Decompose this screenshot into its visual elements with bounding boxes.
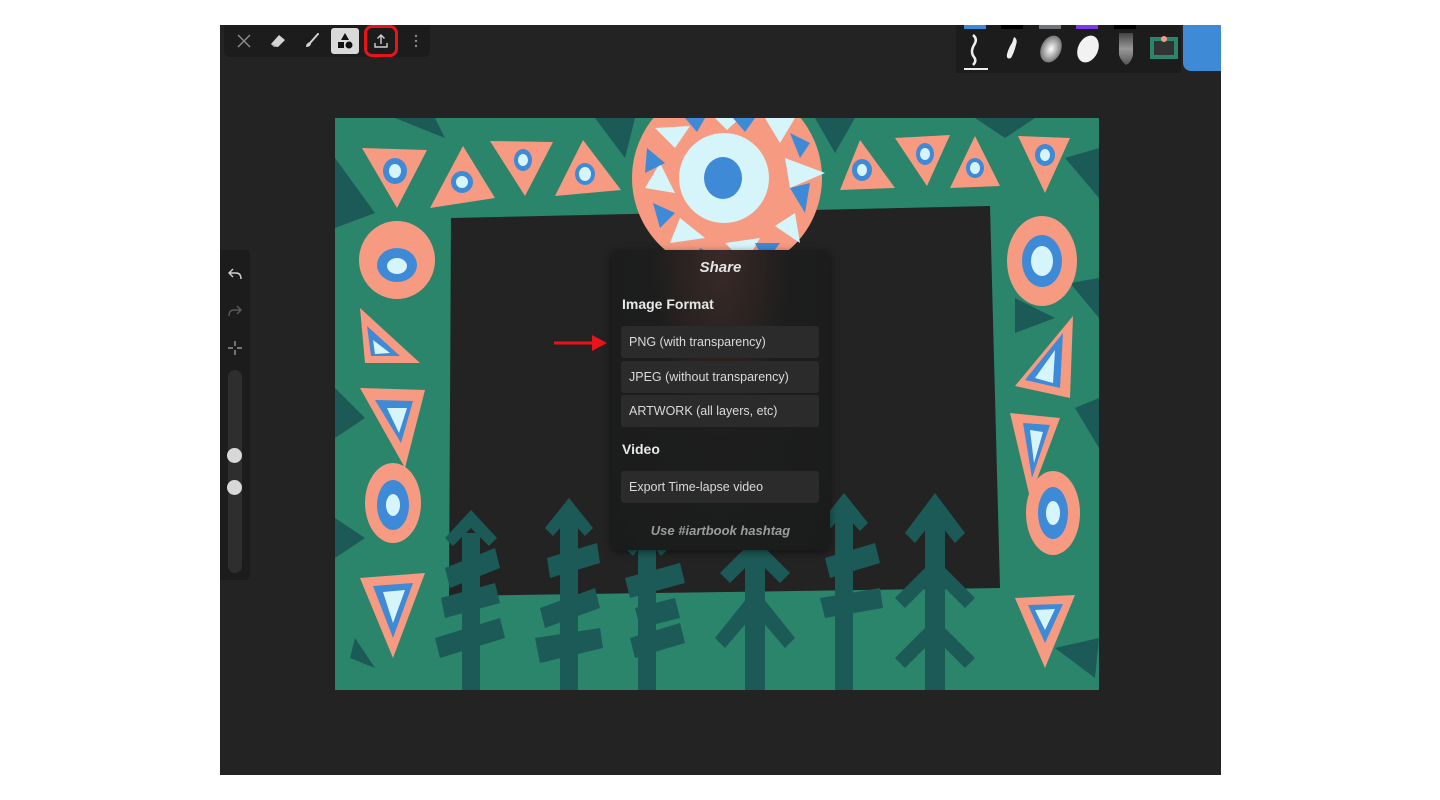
brush-preset-airbrush[interactable] (1036, 25, 1066, 71)
opacity-slider-knob[interactable] (227, 480, 242, 495)
brush-icon (306, 33, 319, 47)
pattern-brush-icon (1150, 36, 1178, 59)
size-slider-knob[interactable] (227, 448, 242, 463)
export-timelapse-button[interactable]: Export Time-lapse video (621, 471, 819, 503)
more-button[interactable] (402, 28, 430, 54)
drawing-app: Share Image Format PNG (with transparenc… (220, 25, 1221, 775)
annotation-arrow-icon (554, 335, 607, 351)
share-button[interactable] (364, 25, 398, 57)
shapes-icon (338, 33, 353, 49)
brush-color-bar (964, 25, 986, 29)
brush-preset-marker[interactable] (1073, 25, 1103, 71)
marker-stroke-icon (1077, 35, 1099, 63)
artwork-option-button[interactable]: ARTWORK (all layers, etc) (621, 395, 819, 427)
redo-button[interactable] (225, 301, 245, 321)
close-icon (237, 34, 251, 48)
undo-button[interactable] (225, 264, 245, 284)
shapes-button[interactable] (331, 28, 359, 54)
redo-icon (228, 305, 242, 317)
left-sidebar (220, 250, 250, 580)
brush-presets (956, 25, 1181, 73)
more-vertical-icon (414, 34, 418, 48)
image-format-heading: Image Format (622, 296, 714, 312)
current-color-swatch[interactable] (1183, 25, 1221, 71)
brush-color-bar (1001, 25, 1023, 29)
brush-button[interactable] (298, 28, 326, 54)
share-title: Share (699, 259, 742, 276)
brush-preset-ink[interactable] (998, 25, 1028, 71)
eyedropper-button[interactable] (225, 338, 245, 358)
jpeg-option-button[interactable]: JPEG (without transparency) (621, 361, 819, 393)
smudge-stroke-icon (1119, 33, 1133, 65)
share-icon (374, 34, 388, 48)
undo-icon (228, 268, 242, 280)
eraser-button[interactable] (264, 28, 292, 54)
top-toolbar (224, 25, 430, 57)
video-heading: Video (622, 441, 660, 457)
hashtag-text: Use #iartbook hashtag (650, 523, 791, 538)
png-option-button[interactable]: PNG (with transparency) (621, 326, 819, 358)
crosshair-icon (228, 341, 242, 355)
share-panel: Share Image Format PNG (with transparenc… (611, 250, 830, 550)
brush-color-bar (1039, 25, 1061, 29)
size-opacity-slider-track[interactable] (228, 370, 242, 573)
pen-stroke-icon (964, 34, 988, 70)
eraser-icon (271, 35, 285, 47)
brush-preset-pattern[interactable] (1148, 25, 1180, 71)
brush-color-bar (1114, 25, 1136, 29)
airbrush-stroke-icon (1040, 35, 1062, 63)
ink-stroke-icon (1006, 37, 1017, 59)
close-button[interactable] (230, 28, 258, 54)
brush-color-bar (1076, 25, 1098, 29)
brush-preset-smudge[interactable] (1111, 25, 1141, 71)
brush-preset-pen[interactable] (961, 25, 991, 71)
